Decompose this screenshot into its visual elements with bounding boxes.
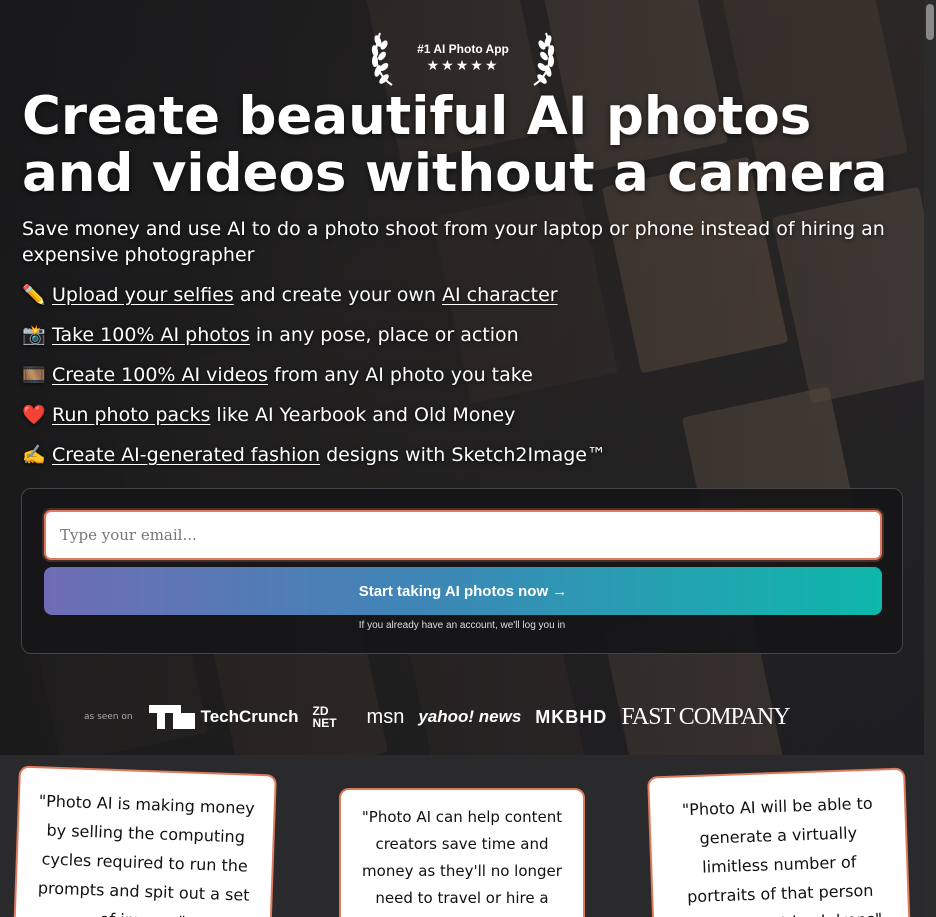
film-frames-icon: 🎞️	[22, 364, 46, 386]
testimonial-card: "Photo AI can help content creators save…	[339, 788, 585, 917]
testimonial-card: "Photo AI will be able to generate a vir…	[647, 767, 911, 917]
award-label: #1 AI Photo App	[417, 42, 509, 56]
laurel-right-icon	[533, 32, 555, 86]
seen-on-label: as seen on	[84, 712, 133, 722]
pencil-icon: ✏️	[22, 284, 46, 306]
yahoo-news-logo[interactable]: yahoo! news	[418, 707, 521, 727]
feature-photo-packs: ❤️ Run photo packs like AI Yearbook and O…	[22, 404, 516, 426]
heart-icon: ❤️	[22, 404, 46, 426]
testimonial-card: "Photo AI is making money by selling the…	[13, 765, 277, 917]
landing-page: #1 AI Photo App ★★★★★ Create beautiful A…	[0, 0, 936, 917]
signup-form: Start taking AI photos now → If you alre…	[21, 488, 903, 654]
camera-flash-icon: 📸	[22, 324, 46, 346]
feature-upload-selfies: ✏️ Upload your selfies and create your ow…	[22, 284, 558, 306]
login-note: If you already have an account, we'll lo…	[358, 620, 566, 631]
zdnet-logo[interactable]: ZD NET	[313, 705, 353, 729]
mkbhd-logo[interactable]: MKBHD	[535, 707, 607, 728]
techcrunch-mark-icon	[148, 705, 195, 729]
page-subheadline: Save money and use AI to do a photo shoo…	[22, 218, 885, 266]
email-input[interactable]	[44, 510, 882, 560]
writing-hand-icon: ✍️	[22, 444, 46, 466]
feature-ai-videos: 🎞️ Create 100% AI videos from any AI phot…	[22, 364, 533, 386]
run-photo-packs-link[interactable]: Run photo packs	[52, 404, 210, 426]
feature-ai-photos: 📸 Take 100% AI photos in any pose, place …	[22, 324, 519, 346]
press-logos: as seen on TechCrunch ZD NET msn yahoo! …	[84, 698, 844, 736]
page-scrollbar[interactable]	[924, 0, 936, 917]
scrollbar-thumb[interactable]	[926, 4, 934, 40]
take-ai-photos-link[interactable]: Take 100% AI photos	[52, 324, 250, 346]
page-headline: Create beautiful AI photos and videos wi…	[22, 86, 888, 204]
laurel-left-icon	[371, 32, 393, 86]
create-ai-videos-link[interactable]: Create 100% AI videos	[52, 364, 268, 386]
ai-character-link[interactable]: AI character	[442, 284, 558, 306]
star-rating-icon: ★★★★★	[426, 58, 500, 74]
start-photos-button[interactable]: Start taking AI photos now →	[44, 567, 882, 615]
award-badge: #1 AI Photo App ★★★★★	[370, 28, 556, 88]
fast-company-logo[interactable]: FAST COMPANY	[621, 704, 790, 731]
msn-logo[interactable]: msn	[367, 706, 405, 729]
upload-selfies-link[interactable]: Upload your selfies	[52, 284, 234, 306]
feature-fashion: ✍️ Create AI-generated fashion designs wi…	[22, 444, 606, 466]
ai-fashion-link[interactable]: Create AI-generated fashion	[52, 444, 320, 466]
techcrunch-logo[interactable]: TechCrunch	[148, 705, 299, 729]
